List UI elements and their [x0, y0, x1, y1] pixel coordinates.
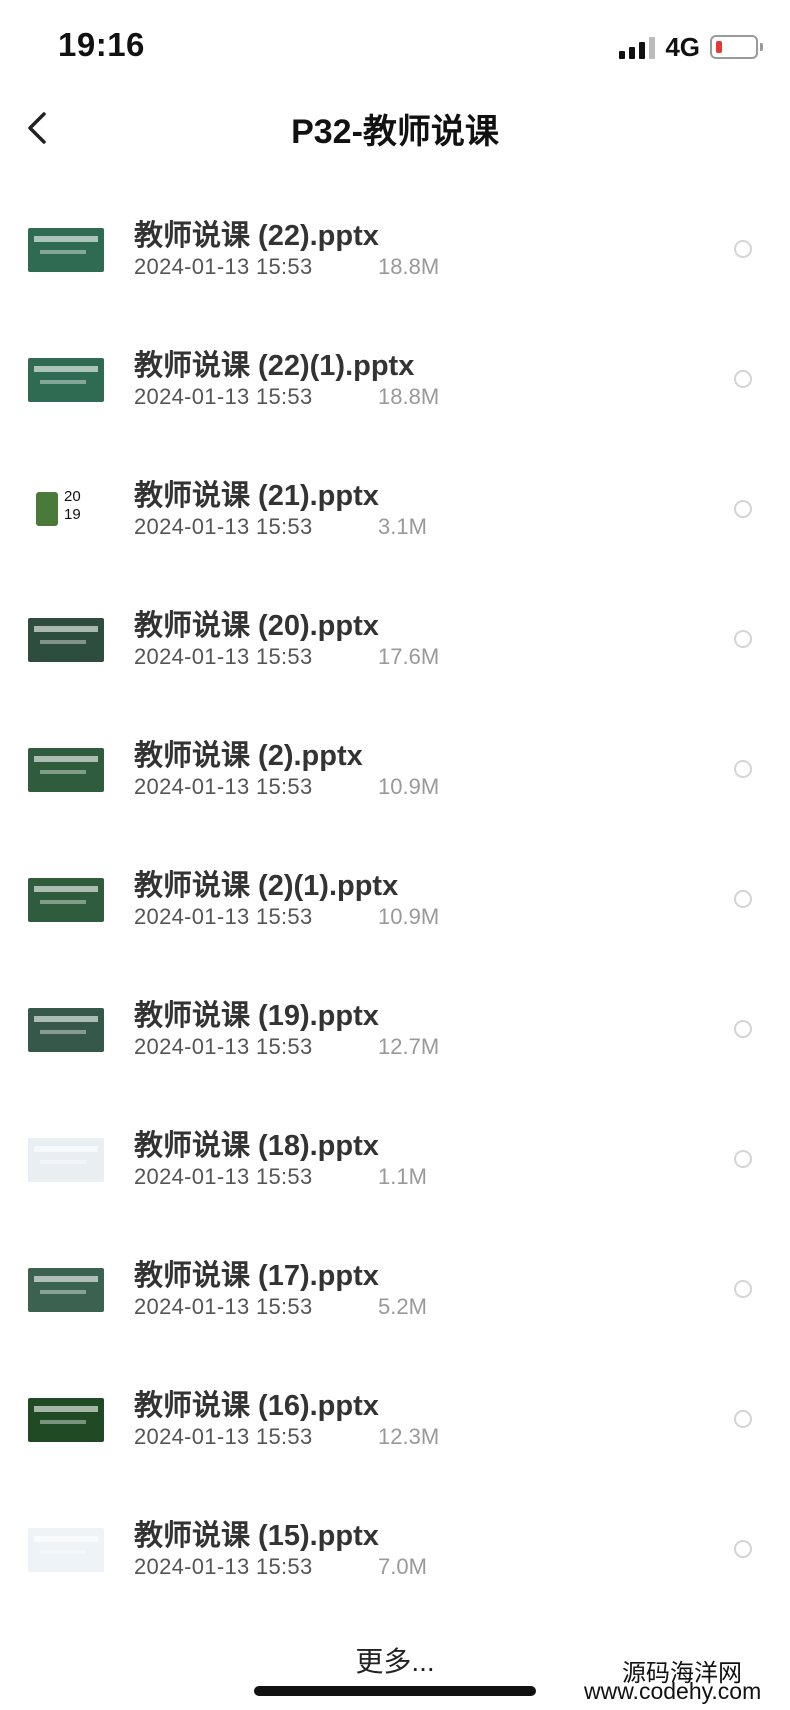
file-name: 教师说课 (18).pptx: [134, 1130, 379, 1162]
file-size: 10.9M: [378, 774, 440, 799]
file-row[interactable]: 教师说课 (15).pptx 2024-01-13 15:53 7.0M: [0, 1486, 790, 1616]
battery-icon: [710, 35, 763, 59]
file-row[interactable]: 教师说课 (20).pptx 2024-01-13 15:53 17.6M: [0, 576, 790, 706]
file-thumbnail: [28, 748, 104, 792]
home-indicator: [254, 1686, 536, 1696]
file-name: 教师说课 (16).pptx: [134, 1390, 379, 1422]
file-size: 18.8M: [378, 254, 440, 279]
file-thumbnail: [28, 1138, 104, 1182]
file-name: 教师说课 (17).pptx: [134, 1260, 379, 1292]
file-name: 教师说课 (2)(1).pptx: [134, 870, 399, 902]
file-row[interactable]: 教师说课 (2).pptx 2024-01-13 15:53 10.9M: [0, 706, 790, 836]
file-name: 教师说课 (2).pptx: [134, 740, 363, 772]
file-date: 2024-01-13 15:53: [134, 514, 313, 539]
select-radio[interactable]: [734, 1280, 752, 1298]
file-thumbnail: [28, 1528, 104, 1572]
select-radio[interactable]: [734, 240, 752, 258]
select-radio[interactable]: [734, 890, 752, 908]
signal-icon: [619, 35, 656, 59]
select-radio[interactable]: [734, 370, 752, 388]
thumbnail-text: 20 19: [64, 488, 81, 523]
file-date: 2024-01-13 15:53: [134, 774, 313, 799]
file-size: 17.6M: [378, 644, 440, 669]
select-radio[interactable]: [734, 630, 752, 648]
file-date: 2024-01-13 15:53: [134, 1034, 313, 1059]
select-radio[interactable]: [734, 1150, 752, 1168]
file-size: 5.2M: [378, 1294, 427, 1319]
file-name: 教师说课 (20).pptx: [134, 610, 379, 642]
page-title: P32-教师说课: [291, 113, 499, 151]
file-size: 7.0M: [378, 1554, 427, 1579]
file-name: 教师说课 (22).pptx: [134, 220, 379, 252]
status-time: 19:16: [58, 26, 145, 63]
file-date: 2024-01-13 15:53: [134, 1424, 313, 1449]
file-row[interactable]: 教师说课 (19).pptx 2024-01-13 15:53 12.7M: [0, 966, 790, 1096]
file-size: 1.1M: [378, 1164, 427, 1189]
select-radio[interactable]: [734, 500, 752, 518]
select-radio[interactable]: [734, 1410, 752, 1428]
file-row[interactable]: 教师说课 (17).pptx 2024-01-13 15:53 5.2M: [0, 1226, 790, 1356]
file-date: 2024-01-13 15:53: [134, 1554, 313, 1579]
file-list: 教师说课 (22).pptx 2024-01-13 15:53 18.8M 教师说课 …: [0, 186, 790, 1616]
file-name: 教师说课 (19).pptx: [134, 1000, 379, 1032]
network-type: 4G: [665, 31, 700, 62]
file-date: 2024-01-13 15:53: [134, 1294, 313, 1319]
file-name: 教师说课 (22)(1).pptx: [134, 350, 415, 382]
file-thumbnail: [28, 358, 104, 402]
file-row[interactable]: 20 19 教师说课 (21).pptx 2024-01-13 15:53 3.1M: [0, 446, 790, 576]
file-size: 12.7M: [378, 1034, 440, 1059]
select-radio[interactable]: [734, 760, 752, 778]
file-thumbnail: [28, 618, 104, 662]
file-row[interactable]: 教师说课 (2)(1).pptx 2024-01-13 15:53 10.9M: [0, 836, 790, 966]
file-row[interactable]: 教师说课 (16).pptx 2024-01-13 15:53 12.3M: [0, 1356, 790, 1486]
file-date: 2024-01-13 15:53: [134, 254, 313, 279]
file-date: 2024-01-13 15:53: [134, 644, 313, 669]
file-size: 10.9M: [378, 904, 440, 929]
file-thumbnail: [28, 228, 104, 272]
file-thumbnail: [28, 1008, 104, 1052]
file-name: 教师说课 (15).pptx: [134, 1520, 379, 1552]
status-bar: 19:16 4G: [0, 0, 790, 96]
file-row[interactable]: 教师说课 (22)(1).pptx 2024-01-13 15:53 18.8M: [0, 316, 790, 446]
file-size: 18.8M: [378, 384, 440, 409]
file-thumbnail: [28, 1268, 104, 1312]
file-thumbnail: 20 19: [28, 488, 104, 532]
file-size: 3.1M: [378, 514, 427, 539]
file-date: 2024-01-13 15:53: [134, 904, 313, 929]
file-date: 2024-01-13 15:53: [134, 384, 313, 409]
file-thumbnail: [28, 1398, 104, 1442]
select-radio[interactable]: [734, 1020, 752, 1038]
file-row[interactable]: 教师说课 (18).pptx 2024-01-13 15:53 1.1M: [0, 1096, 790, 1226]
status-indicators: 4G: [619, 31, 763, 62]
file-size: 12.3M: [378, 1424, 440, 1449]
file-date: 2024-01-13 15:53: [134, 1164, 313, 1189]
file-thumbnail: [28, 878, 104, 922]
select-radio[interactable]: [734, 1540, 752, 1558]
watermark-url: www.codehy.com: [584, 1678, 762, 1704]
file-name: 教师说课 (21).pptx: [134, 480, 379, 512]
file-row[interactable]: 教师说课 (22).pptx 2024-01-13 15:53 18.8M: [0, 186, 790, 316]
